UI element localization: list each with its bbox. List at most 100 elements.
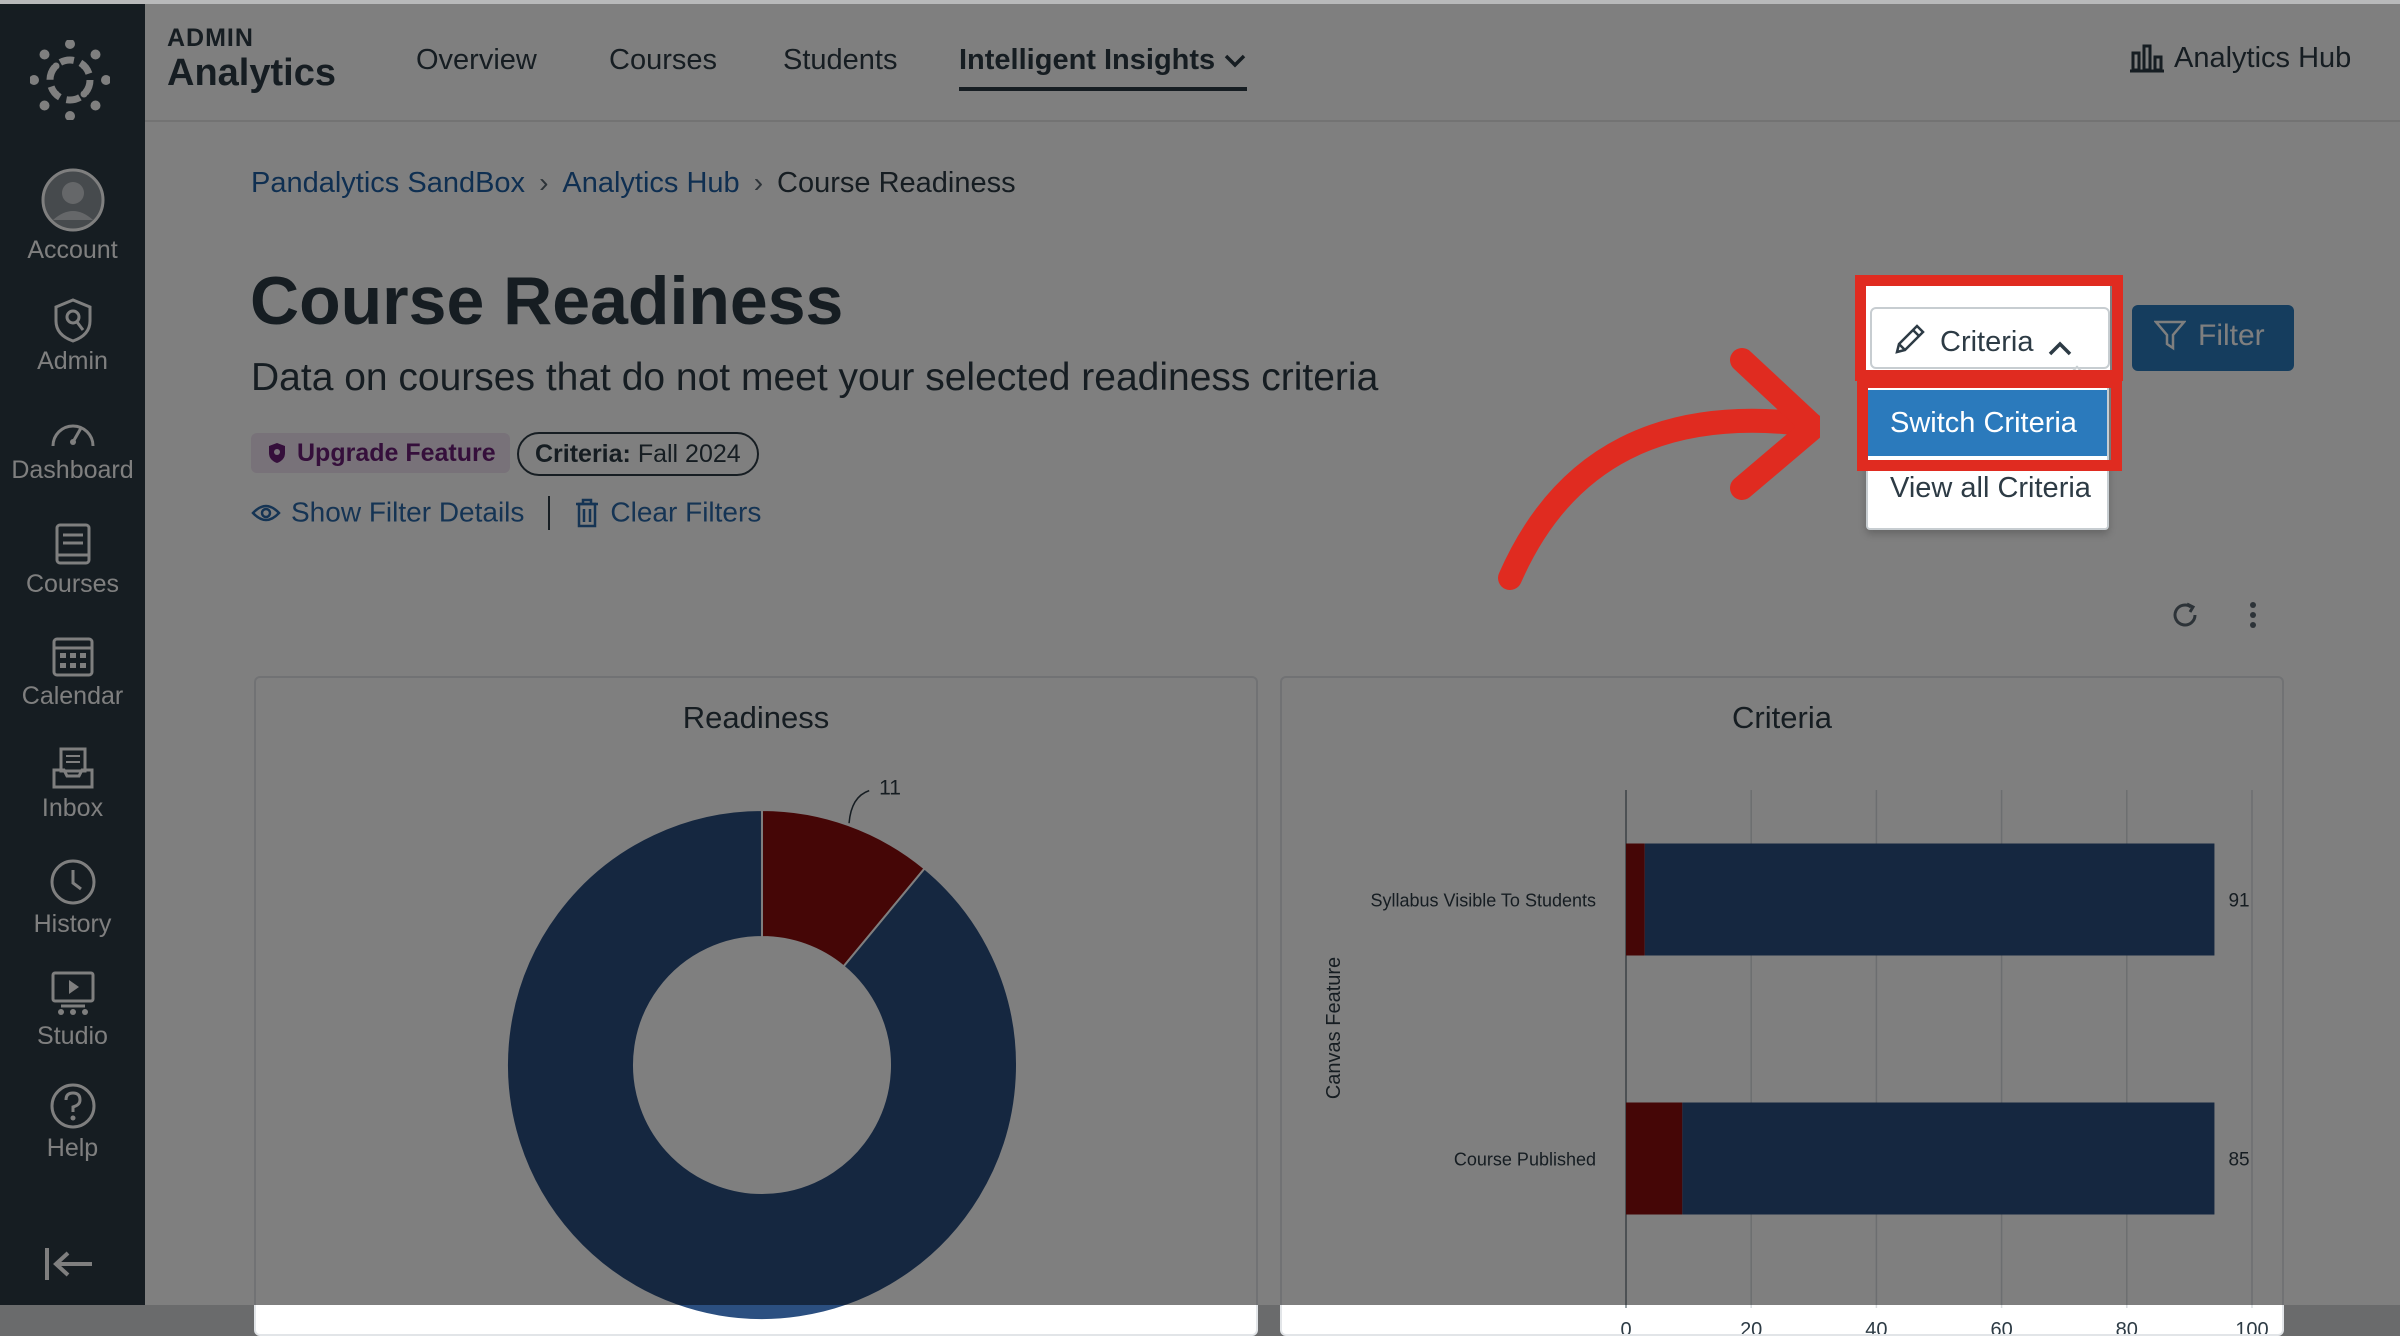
tab-courses[interactable]: Courses (609, 44, 717, 77)
nav-dashboard[interactable]: Dashboard (0, 412, 145, 485)
clear-filters-label: Clear Filters (610, 496, 762, 528)
menu-item-view-all-criteria[interactable]: View all Criteria (1890, 472, 2091, 505)
studio-icon (51, 971, 94, 1015)
criteria-button-label: Criteria (1940, 326, 2034, 358)
criteria-pill-value: Fall 2024 (637, 440, 741, 468)
eye-icon (251, 504, 281, 521)
brand-analytics: Analytics (167, 52, 336, 94)
funnel-icon (2153, 320, 2187, 351)
x-tick-label: 60 (1990, 1319, 2012, 1334)
inbox-icon (52, 747, 93, 789)
breadcrumb-current: Course Readiness (777, 167, 1016, 199)
filter-actions: Show Filter Details Clear Filters (251, 495, 761, 530)
chevron-down-icon (1224, 55, 1246, 68)
readiness-donut-chart: 11 (506, 777, 1018, 1321)
bar-segment (1626, 1102, 1683, 1215)
chevron-up-icon (2049, 341, 2072, 356)
collapse-nav-icon[interactable] (44, 1245, 96, 1283)
x-tick-label: 100 (2235, 1319, 2268, 1334)
breadcrumb-chevron-icon: › (539, 167, 549, 198)
brand-admin: ADMIN (167, 24, 254, 52)
x-tick-label: 0 (1620, 1319, 1631, 1334)
page-title: Course Readiness (250, 263, 844, 339)
x-tick-label: 20 (1740, 1319, 1762, 1334)
menu-item-switch-criteria[interactable]: Switch Criteria (1868, 390, 2107, 456)
bar-segment (1644, 843, 2215, 956)
shield-badge-icon (269, 443, 285, 463)
bar-segment (1682, 1102, 2215, 1215)
page: Account Admin Dashboard Courses Calendar… (0, 0, 2400, 1336)
criteria-menu: Switch Criteria View all Criteria (1866, 365, 2109, 530)
global-nav: Account Admin Dashboard Courses Calendar… (0, 0, 145, 1305)
nav-inbox-label: Inbox (41, 794, 104, 822)
nav-calendar[interactable]: Calendar (0, 634, 145, 711)
admin-shield-icon (54, 298, 91, 343)
nav-account-label: Account (27, 236, 118, 264)
nav-courses[interactable]: Courses (0, 522, 145, 599)
upgrade-feature-label: Upgrade Feature (297, 439, 496, 467)
nav-admin[interactable]: Admin (0, 297, 145, 376)
canvas-logo-icon[interactable] (30, 40, 110, 120)
dashboard-icon (51, 424, 94, 447)
trash-icon (576, 498, 599, 527)
criteria-button[interactable]: Criteria (1870, 307, 2110, 369)
bar-chart-icon (2130, 44, 2164, 73)
criteria-spotlight: Criteria (1866, 286, 2110, 372)
y-axis-label: Canvas Feature (1323, 957, 1345, 1099)
analytics-hub-label: Analytics Hub (2174, 42, 2352, 74)
nav-studio[interactable]: Studio (0, 970, 145, 1051)
history-clock-icon (50, 859, 95, 905)
tab-overview[interactable]: Overview (416, 44, 537, 77)
breadcrumb: Pandalytics SandBox › Analytics Hub › Course… (251, 167, 1016, 200)
analytics-header: ADMIN Analytics Overview Courses Student… (145, 0, 2400, 122)
nav-help-label: Help (46, 1134, 99, 1162)
donut-leader-line (848, 789, 870, 824)
tab-intelligent-insights-label: Intelligent Insights (959, 44, 1216, 76)
criteria-pill: Criteria: Fall 2024 (517, 432, 759, 476)
nav-studio-label: Studio (37, 1022, 108, 1050)
window-top-edge (0, 0, 2400, 4)
bar-value-label: 85 (2228, 1150, 2249, 1171)
page-subtitle: Data on courses that do not meet your se… (251, 356, 1379, 399)
clear-filters-link[interactable]: Clear Filters (574, 495, 762, 528)
calendar-icon (52, 637, 93, 677)
criteria-pill-label: Criteria: (535, 440, 631, 468)
tab-intelligent-insights[interactable]: Intelligent Insights (959, 44, 1248, 91)
nav-history-label: History (33, 910, 112, 938)
tab-students[interactable]: Students (783, 44, 897, 77)
breadcrumb-sandbox[interactable]: Pandalytics SandBox (251, 167, 525, 199)
nav-inbox[interactable]: Inbox (0, 746, 145, 823)
refresh-icon[interactable] (2170, 600, 2200, 630)
criteria-dropdown: Switch Criteria View all Criteria (1866, 365, 2109, 530)
filter-button[interactable]: Filter (2132, 305, 2294, 371)
divider (548, 495, 551, 530)
pencil-icon (1895, 324, 1925, 354)
nav-history[interactable]: History (0, 858, 145, 939)
nav-help[interactable]: Help (0, 1082, 145, 1163)
account-icon (41, 168, 104, 232)
donut-slice-1 (506, 808, 1018, 1321)
breadcrumb-chevron-icon: › (753, 167, 764, 198)
filter-button-label: Filter (2198, 319, 2265, 352)
category-label: Course Published (1454, 1150, 1596, 1170)
show-filter-details-link[interactable]: Show Filter Details (251, 495, 525, 528)
nav-calendar-label: Calendar (21, 682, 124, 710)
show-filter-details-label: Show Filter Details (291, 496, 525, 528)
analytics-hub-link[interactable]: Analytics Hub (2130, 42, 2351, 75)
nav-account[interactable]: Account (0, 168, 145, 265)
upgrade-feature-badge[interactable]: Upgrade Feature (251, 433, 510, 473)
courses-book-icon (55, 523, 90, 565)
category-label: Syllabus Visible To Students (1371, 891, 1596, 911)
nav-admin-label: Admin (37, 347, 108, 375)
bar-value-label: 91 (2228, 891, 2249, 912)
x-tick-label: 40 (1865, 1319, 1887, 1334)
more-options-icon[interactable] (2241, 600, 2265, 630)
criteria-card: Criteria 0 20 40 60 80 100 Canvas Feature Sylla… (1280, 676, 2284, 1336)
breadcrumb-analytics-hub[interactable]: Analytics Hub (562, 167, 739, 199)
x-tick-label: 80 (2116, 1319, 2138, 1334)
criteria-bar-chart: 0 20 40 60 80 100 Canvas Feature Syllabus Visib… (1323, 790, 2269, 1334)
nav-dashboard-label: Dashboard (11, 456, 134, 484)
help-icon (50, 1083, 95, 1129)
nav-courses-label: Courses (25, 570, 120, 598)
donut-data-label: 11 (879, 777, 901, 800)
